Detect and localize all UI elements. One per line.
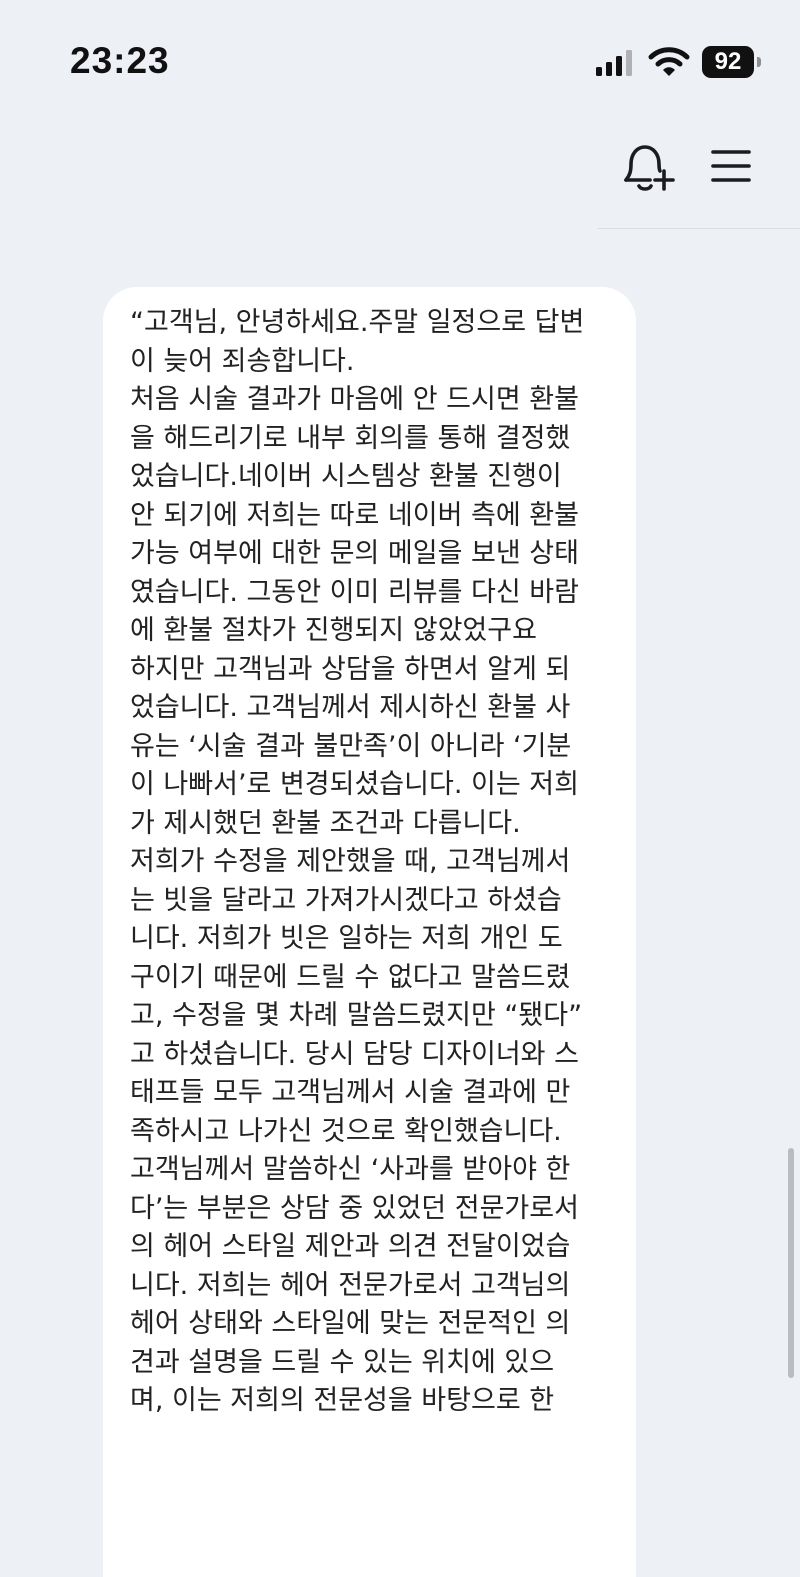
wifi-icon — [648, 47, 690, 76]
menu-icon[interactable] — [708, 146, 754, 186]
message-text: “고객님, 안녕하세요.주말 일정으로 답변 이 늦어 죄송합니다. 처음 시술… — [130, 307, 585, 1416]
battery-icon: 92 — [702, 46, 762, 78]
scrollbar[interactable] — [788, 1148, 794, 1378]
top-toolbar — [0, 120, 800, 230]
battery-level: 92 — [714, 48, 742, 75]
status-bar: 23:23 92 — [0, 0, 800, 120]
status-time: 23:23 — [70, 40, 170, 81]
bell-add-icon[interactable] — [620, 142, 676, 194]
header-divider — [598, 228, 800, 229]
cellular-signal-icon — [596, 50, 632, 76]
